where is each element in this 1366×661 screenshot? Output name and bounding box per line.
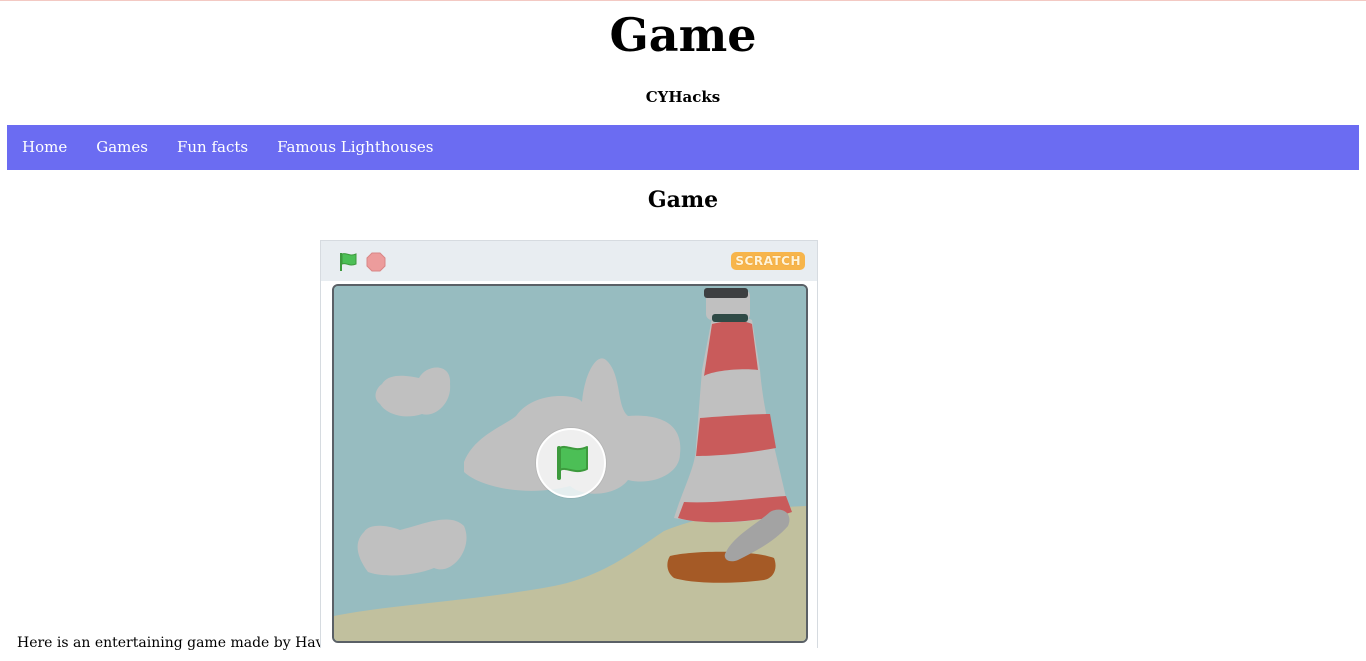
green-flag-icon xyxy=(557,446,588,480)
scratch-stage[interactable] xyxy=(332,284,808,643)
nav-link-home[interactable]: Home xyxy=(7,125,81,170)
nav-link-famous-lighthouses[interactable]: Famous Lighthouses xyxy=(262,125,447,170)
nav-link-fun-facts[interactable]: Fun facts xyxy=(162,125,262,170)
site-title: Game xyxy=(609,8,757,62)
game-intro-text: Here is an entertaining game made by Hav… xyxy=(17,635,346,651)
stop-icon[interactable] xyxy=(365,251,387,273)
nav-link-games[interactable]: Games xyxy=(81,125,162,170)
scratch-player-embed: SCRATCH xyxy=(320,240,818,648)
site-subtitle: CYHacks xyxy=(645,88,721,106)
top-border-line xyxy=(0,0,1366,1)
start-green-flag-button[interactable] xyxy=(536,428,606,498)
scratch-logo[interactable]: SCRATCH xyxy=(731,252,805,270)
green-flag-icon[interactable] xyxy=(337,251,359,273)
scratch-toolbar: SCRATCH xyxy=(321,241,817,281)
main-navbar: Home Games Fun facts Famous Lighthouses xyxy=(7,125,1359,170)
page-heading: Game xyxy=(647,187,719,213)
